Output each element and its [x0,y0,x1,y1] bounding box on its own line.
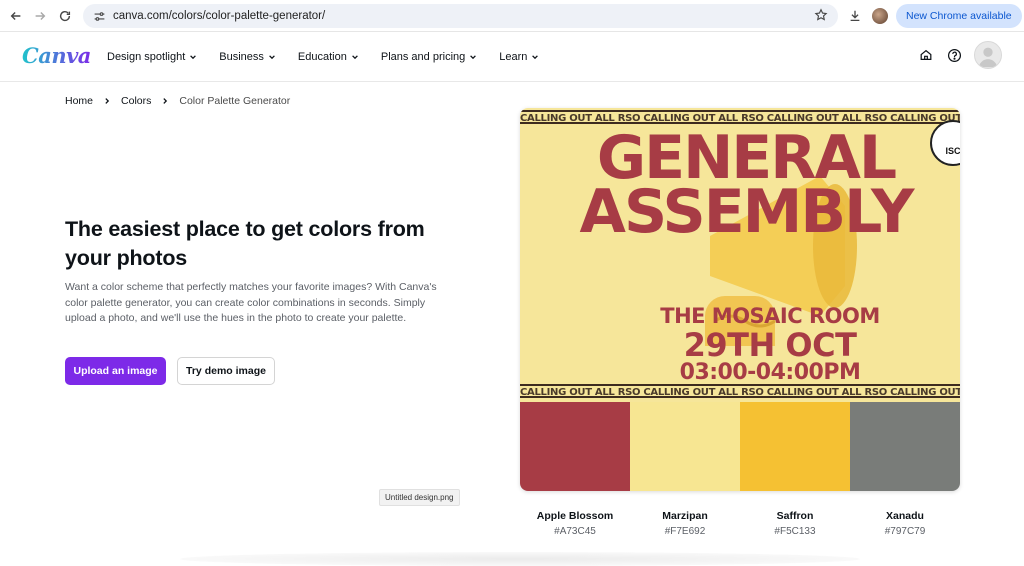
color-label-marzipan: Marzipan #F7E692 [630,510,740,537]
swatch-apple-blossom[interactable] [520,402,630,491]
canva-logo[interactable]: Canva [22,43,91,68]
upload-image-button[interactable]: Upload an image [65,357,166,385]
url-text: canva.com/colors/color-palette-generator… [113,10,326,22]
chevron-down-icon [532,55,539,60]
palette-labels: Apple Blossom #A73C45 Marzipan #F7E692 S… [520,510,960,537]
try-demo-image-button[interactable]: Try demo image [177,357,275,385]
file-name-tooltip: Untitled design.png [379,489,460,506]
swatch-xanadu[interactable] [850,402,960,491]
footer-shadow [180,552,860,566]
user-avatar[interactable] [974,41,1002,69]
nav-education[interactable]: Education [298,51,359,63]
chevron-down-icon [269,55,275,60]
page-description: Want a color scheme that perfectly match… [65,281,437,324]
color-label-saffron: Saffron #F5C133 [740,510,850,537]
chevron-right-icon [161,97,169,105]
breadcrumb-current: Color Palette Generator [179,95,291,107]
poster-venue: THE MOSAIC ROOM [660,304,880,328]
breadcrumb-colors[interactable]: Colors [121,95,151,107]
address-bar[interactable]: canva.com/colors/color-palette-generator… [83,4,838,28]
tune-icon[interactable] [91,8,107,24]
main-nav: Design spotlight Business Education Plan… [107,32,561,82]
swatch-saffron[interactable] [740,402,850,491]
color-name: Xanadu [886,510,924,522]
poster-ticker-bottom: CALLING OUT ALL RSO CALLING OUT ALL RSO … [520,384,960,398]
chevron-down-icon [352,55,358,60]
uploaded-image: CALLING OUT ALL RSO CALLING OUT ALL RSO … [520,108,960,402]
poster-date: 29TH OCT [683,326,857,364]
nav-design-spotlight[interactable]: Design spotlight [107,51,197,63]
color-hex[interactable]: #F7E692 [630,526,740,537]
page-title: The easiest place to get colors from you… [65,217,425,270]
nav-label: Learn [499,51,528,63]
nav-plans-and-pricing[interactable]: Plans and pricing [381,51,477,63]
nav-label: Business [219,51,264,63]
color-hex[interactable]: #797C79 [850,526,960,537]
breadcrumb: Home Colors Color Palette Generator [65,95,290,107]
nav-learn[interactable]: Learn [499,51,539,63]
color-name: Apple Blossom [536,510,614,522]
download-icon[interactable] [846,7,864,25]
nav-label: Education [297,51,347,63]
back-arrow-icon[interactable] [4,4,28,28]
palette-preview-card: CALLING OUT ALL RSO CALLING OUT ALL RSO … [520,108,960,491]
color-label-apple-blossom: Apple Blossom #A73C45 [520,510,630,537]
forward-arrow-icon[interactable] [28,4,52,28]
palette-swatches [520,402,960,491]
swatch-marzipan[interactable] [630,402,740,491]
nav-business[interactable]: Business [219,51,276,63]
poster-ticker-top: CALLING OUT ALL RSO CALLING OUT ALL RSO … [520,110,960,124]
chevron-right-icon [103,97,111,105]
chevron-down-icon [190,55,197,60]
poster-time: 03:00-04:00PM [679,360,861,385]
color-name: Saffron [776,510,814,522]
breadcrumb-home[interactable]: Home [65,95,93,107]
browser-toolbar: canva.com/colors/color-palette-generator… [0,0,1024,32]
help-icon[interactable] [946,47,962,63]
color-hex[interactable]: #F5C133 [740,526,850,537]
color-name: Marzipan [662,510,708,522]
reload-icon[interactable] [53,4,77,28]
site-header: Canva Design spotlight Business Educatio… [0,32,1024,82]
star-icon[interactable] [814,8,830,24]
home-icon[interactable] [918,47,934,63]
profile-avatar-icon[interactable] [872,8,888,24]
nav-label: Plans and pricing [380,51,466,63]
poster-headline-2: ASSEMBLY [579,177,915,247]
new-chrome-button[interactable]: New Chrome available [896,4,1022,28]
chevron-down-icon [470,55,477,60]
nav-label: Design spotlight [107,51,186,63]
color-label-xanadu: Xanadu #797C79 [850,510,960,537]
color-hex[interactable]: #A73C45 [520,526,630,537]
